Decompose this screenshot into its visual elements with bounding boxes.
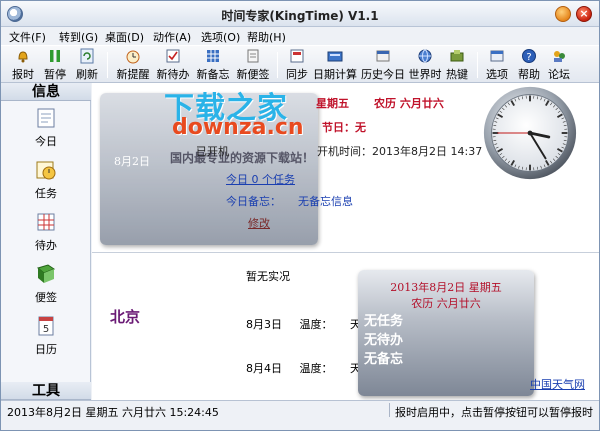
calendar-icon: 5 bbox=[38, 316, 54, 336]
status-bar: 2013年8月2日 星期五 六月廿六 15:24:45 报时启用中，点击暂停按钮… bbox=[1, 400, 599, 419]
toolbar-button-new-note[interactable]: 新便签 bbox=[233, 48, 273, 82]
svg-text:?: ? bbox=[526, 52, 531, 63]
status-message: 报时启用中，点击暂停按钮可以暂停报时 bbox=[395, 406, 593, 419]
forecast-temp-label: 温度： bbox=[299, 362, 333, 375]
sidebar-item-tasks[interactable]: 任务 bbox=[1, 155, 91, 203]
status-datetime: 2013年8月2日 星期五 六月廿六 15:24:45 bbox=[7, 406, 219, 419]
popup-item: 无待办 bbox=[364, 333, 404, 348]
forecast-date: 8月4日 bbox=[246, 362, 282, 375]
weather-source-link[interactable]: 中国天气网 bbox=[530, 376, 585, 392]
popup-lunar: 农历 六月廿六 bbox=[411, 297, 481, 310]
toolbar-separator bbox=[107, 52, 108, 78]
status-divider bbox=[389, 403, 390, 417]
toolbar-button-announce[interactable]: 报时 bbox=[9, 48, 37, 82]
toolbar-button-forum[interactable]: 论坛 bbox=[545, 48, 573, 82]
toolbar-button-date-calc[interactable]: 日期计算 bbox=[311, 48, 359, 82]
toolbar-button-new-reminder[interactable]: 新提醒 bbox=[113, 48, 153, 82]
todo-icon bbox=[166, 49, 180, 63]
popup-list: 无任务 无待办 无备忘 bbox=[364, 312, 403, 369]
toolbar-button-new-memo[interactable]: 新备忘 bbox=[193, 48, 233, 82]
today-weekday: 星期五 bbox=[316, 97, 349, 110]
toolbar: 报时 暂停 刷新 新提醒 新待办 新备忘 新便签 同步 日期计算 历史今日 世界… bbox=[1, 45, 599, 83]
toolbar-button-sync[interactable]: 同步 bbox=[283, 48, 311, 82]
sidebar-item-today[interactable]: 今日 bbox=[1, 103, 91, 151]
analog-clock bbox=[483, 86, 577, 180]
window-title: 时间专家(KingTime) V1.1 bbox=[221, 9, 379, 23]
sidebar-item-todo[interactable]: 待办 bbox=[1, 207, 91, 255]
sidebar-item-calendar[interactable]: 5 日历 bbox=[1, 311, 91, 359]
calculator-icon bbox=[327, 51, 343, 62]
today-memo-value: 无备忘信息 bbox=[298, 195, 353, 208]
uptime-label: 已开机 bbox=[196, 145, 229, 158]
boot-time-value: 2013年8月2日 14:37 bbox=[372, 145, 483, 158]
note-icon bbox=[247, 49, 259, 63]
menu-file[interactable]: 文件(F) bbox=[9, 29, 46, 45]
today-icon bbox=[37, 108, 55, 128]
menu-action[interactable]: 动作(A) bbox=[153, 29, 191, 45]
svg-text:5: 5 bbox=[43, 324, 49, 335]
menu-help[interactable]: 帮助(H) bbox=[247, 29, 286, 45]
globe-icon bbox=[418, 49, 432, 63]
forecast-temp-label: 温度： bbox=[299, 318, 333, 331]
sidebar-item-notes[interactable]: 便签 bbox=[1, 259, 91, 307]
minimize-button[interactable] bbox=[555, 6, 571, 22]
task-icon bbox=[36, 161, 56, 180]
today-memo-label: 今日备忘： bbox=[226, 195, 281, 208]
glass-date: 8月2日 bbox=[114, 155, 150, 168]
menu-bar: 文件(F) 转到(G) 桌面(D) 动作(A) 选项(O) 帮助(H) bbox=[1, 27, 599, 45]
bell-icon bbox=[18, 51, 28, 63]
toolbar-button-help[interactable]: ? 帮助 bbox=[515, 48, 543, 82]
edit-link[interactable]: 修改 bbox=[248, 215, 270, 231]
history-icon bbox=[376, 50, 390, 62]
forum-icon bbox=[554, 51, 565, 62]
alarm-clock-icon bbox=[126, 50, 140, 64]
today-tasks-link[interactable]: 今日 0 个任务 bbox=[226, 171, 295, 187]
app-window: 时间专家(KingTime) V1.1 × 文件(F) 转到(G) 桌面(D) … bbox=[0, 0, 600, 431]
refresh-icon bbox=[80, 48, 94, 64]
today-lunar: 农历 六月廿六 bbox=[374, 97, 444, 110]
hotkey-icon bbox=[450, 50, 464, 62]
watermark-slogan: 国内最专业的资源下载站！ bbox=[170, 151, 315, 165]
toolbar-button-pause[interactable]: 暂停 bbox=[41, 48, 69, 82]
note-book-icon bbox=[36, 264, 56, 283]
menu-goto[interactable]: 转到(G) bbox=[59, 29, 98, 45]
toolbar-button-world-time[interactable]: 世界时 bbox=[407, 48, 443, 82]
memo-grid-icon bbox=[207, 50, 219, 62]
popup-item: 无备忘 bbox=[364, 352, 404, 367]
watermark-en: downza.cn bbox=[172, 115, 304, 140]
toolbar-button-new-todo[interactable]: 新待办 bbox=[153, 48, 193, 82]
weather-none: 暂无实况 bbox=[246, 270, 290, 283]
today-holiday: 节日：无 bbox=[322, 121, 366, 134]
city-name: 北京 bbox=[110, 308, 141, 326]
toolbar-separator bbox=[277, 52, 278, 78]
title-bar: 时间专家(KingTime) V1.1 × bbox=[1, 1, 599, 27]
toolbar-button-options[interactable]: 选项 bbox=[483, 48, 511, 82]
options-icon bbox=[490, 50, 504, 62]
boot-time: 开机时间：2013年8月2日 14:37 bbox=[317, 143, 482, 159]
sync-icon bbox=[290, 49, 304, 63]
sidebar-header-info[interactable]: 信息 bbox=[1, 83, 91, 101]
summary-popup: 2013年8月2日 星期五 农历 六月廿六 无任务 无待办 无备忘 bbox=[358, 270, 534, 396]
popup-item: 无任务 bbox=[364, 314, 404, 329]
menu-desktop[interactable]: 桌面(D) bbox=[105, 29, 144, 45]
forecast-date: 8月3日 bbox=[246, 318, 282, 331]
main-panel: 8月2日 下载之家 downza.cn 国内最专业的资源下载站！ 星期五 农历 … bbox=[92, 83, 599, 400]
pause-icon bbox=[50, 50, 60, 62]
close-button[interactable]: × bbox=[576, 6, 592, 22]
today-panel: 8月2日 下载之家 downza.cn 国内最专业的资源下载站！ 星期五 农历 … bbox=[92, 83, 599, 253]
boot-time-label: 开机时间： bbox=[317, 145, 372, 158]
toolbar-separator bbox=[477, 52, 478, 78]
help-icon: ? bbox=[522, 49, 536, 63]
toolbar-button-refresh[interactable]: 刷新 bbox=[73, 48, 101, 82]
popup-date: 2013年8月2日 星期五 bbox=[390, 281, 502, 294]
toolbar-button-history-today[interactable]: 历史今日 bbox=[359, 48, 407, 82]
popup-header: 2013年8月2日 星期五 农历 六月廿六 bbox=[358, 280, 534, 312]
todo-grid-icon bbox=[37, 213, 55, 231]
toolbar-button-hotkey[interactable]: 热键 bbox=[443, 48, 471, 82]
weather-panel: 北京 暂无实况 8月3日 温度： 天气 8月4日 温度： 天气： 2013年8月… bbox=[92, 254, 599, 400]
menu-options[interactable]: 选项(O) bbox=[201, 29, 240, 45]
sidebar: 信息 今日 任务 待办 便签 5 日历 工具 bbox=[1, 83, 91, 400]
sidebar-header-tools[interactable]: 工具 bbox=[1, 382, 91, 400]
